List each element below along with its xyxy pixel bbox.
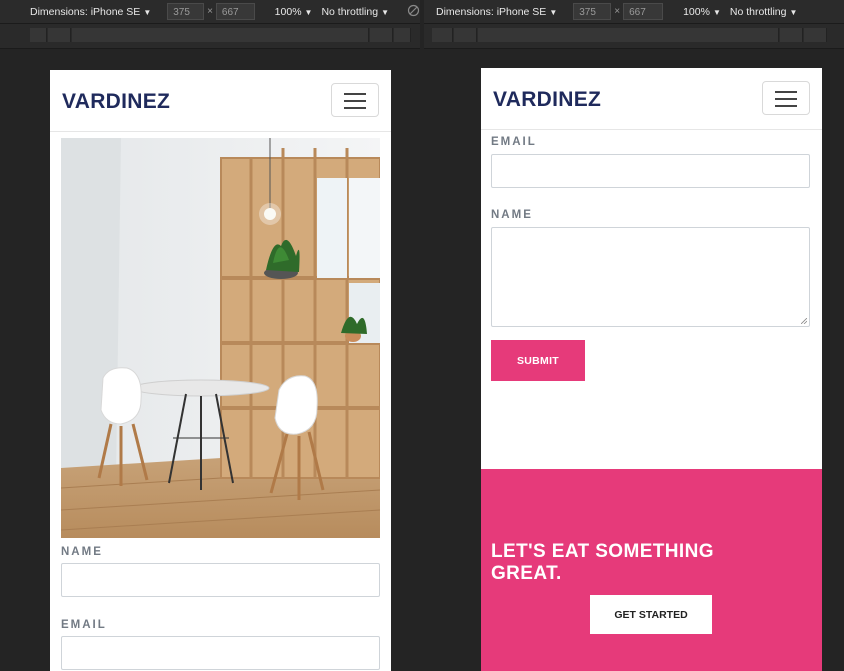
- devtools-media-query-bar: [424, 24, 844, 49]
- throttling-label: No throttling: [729, 5, 787, 18]
- caret-down-icon: ▼: [143, 7, 152, 17]
- media-query-segment[interactable]: [454, 28, 477, 42]
- media-query-segment[interactable]: [48, 28, 71, 42]
- device-dimensions-label: Dimensions: iPhone SE: [436, 5, 547, 18]
- caret-down-icon: ▼: [712, 7, 721, 17]
- media-query-segment[interactable]: [478, 28, 779, 42]
- media-query-segment[interactable]: [394, 28, 411, 42]
- hamburger-icon: [344, 100, 366, 102]
- hamburger-icon: [775, 91, 797, 93]
- cta-heading: LET'S EAT SOMETHING GREAT.: [491, 541, 714, 584]
- viewport-height-input[interactable]: 667: [215, 3, 255, 20]
- media-query-segment[interactable]: [72, 28, 369, 42]
- device-preview-left: Dimensions: iPhone SE ▼ 375 × 667 100% ▼ N…: [0, 0, 420, 671]
- brand-logo[interactable]: VARDINEZ: [493, 88, 601, 112]
- zoom-dropdown[interactable]: 100% ▼: [683, 6, 721, 18]
- name-textarea[interactable]: [491, 227, 810, 327]
- hamburger-icon: [775, 105, 797, 107]
- email-input[interactable]: [61, 636, 380, 670]
- caret-down-icon: ▼: [549, 7, 558, 17]
- name-label: NAME: [491, 209, 533, 221]
- email-input[interactable]: [491, 154, 810, 188]
- brand-logo[interactable]: VARDINEZ: [62, 90, 170, 114]
- media-query-segment[interactable]: [30, 28, 47, 42]
- hero-image: [61, 138, 380, 538]
- page-viewport: VARDINEZ EMAIL NAME SUBMIT LET'S EAT SOM…: [481, 68, 822, 671]
- media-query-segment[interactable]: [432, 28, 453, 42]
- resize-handle-icon[interactable]: [801, 318, 807, 324]
- hamburger-icon: [344, 93, 366, 95]
- menu-toggle-button[interactable]: [331, 83, 379, 117]
- menu-toggle-button[interactable]: [762, 81, 810, 115]
- hamburger-icon: [775, 98, 797, 100]
- devtools-media-query-bar: [0, 24, 420, 49]
- caret-down-icon: ▼: [381, 7, 389, 17]
- email-label: EMAIL: [61, 619, 107, 631]
- navbar: VARDINEZ: [50, 70, 391, 132]
- media-query-segment[interactable]: [370, 28, 393, 42]
- device-dimensions-label: Dimensions: iPhone SE: [30, 5, 141, 18]
- caret-down-icon: ▼: [304, 7, 313, 17]
- email-label: EMAIL: [491, 136, 537, 148]
- zoom-label: 100%: [274, 5, 302, 18]
- throttling-dropdown[interactable]: No throttling ▼: [730, 6, 798, 18]
- media-query-segment[interactable]: [780, 28, 803, 42]
- device-preview-right: Dimensions: iPhone SE ▼ 375 × 667 100% ▼ N…: [424, 0, 844, 671]
- navbar: VARDINEZ: [481, 68, 822, 130]
- zoom-label: 100%: [683, 5, 710, 18]
- name-label: NAME: [61, 546, 103, 558]
- times-icon: ×: [207, 6, 213, 17]
- name-input[interactable]: [61, 563, 380, 597]
- page-viewport: VARDINEZ NAME EMAIL: [50, 70, 391, 671]
- media-query-segment[interactable]: [804, 28, 827, 42]
- viewport-width-input[interactable]: 375: [167, 3, 205, 20]
- devtools-toolbar: Dimensions: iPhone SE ▼ 375 × 667 100% ▼ N…: [424, 0, 844, 24]
- caret-down-icon: ▼: [789, 7, 798, 17]
- hamburger-icon: [344, 107, 366, 109]
- times-icon: ×: [614, 6, 621, 17]
- throttling-label: No throttling: [321, 5, 379, 18]
- submit-button[interactable]: SUBMIT: [491, 340, 585, 381]
- zoom-dropdown[interactable]: 100% ▼: [275, 6, 313, 18]
- get-started-button[interactable]: GET STARTED: [590, 595, 712, 634]
- device-dimensions-dropdown[interactable]: Dimensions: iPhone SE ▼: [30, 6, 151, 18]
- device-dimensions-dropdown[interactable]: Dimensions: iPhone SE ▼: [436, 6, 557, 18]
- rotate-icon[interactable]: [407, 4, 420, 20]
- throttling-dropdown[interactable]: No throttling ▼: [321, 6, 389, 18]
- devtools-toolbar: Dimensions: iPhone SE ▼ 375 × 667 100% ▼ N…: [0, 0, 420, 24]
- cta-section: LET'S EAT SOMETHING GREAT. GET STARTED: [481, 469, 822, 671]
- viewport-height-input[interactable]: 667: [623, 3, 664, 20]
- viewport-width-input[interactable]: 375: [573, 3, 612, 20]
